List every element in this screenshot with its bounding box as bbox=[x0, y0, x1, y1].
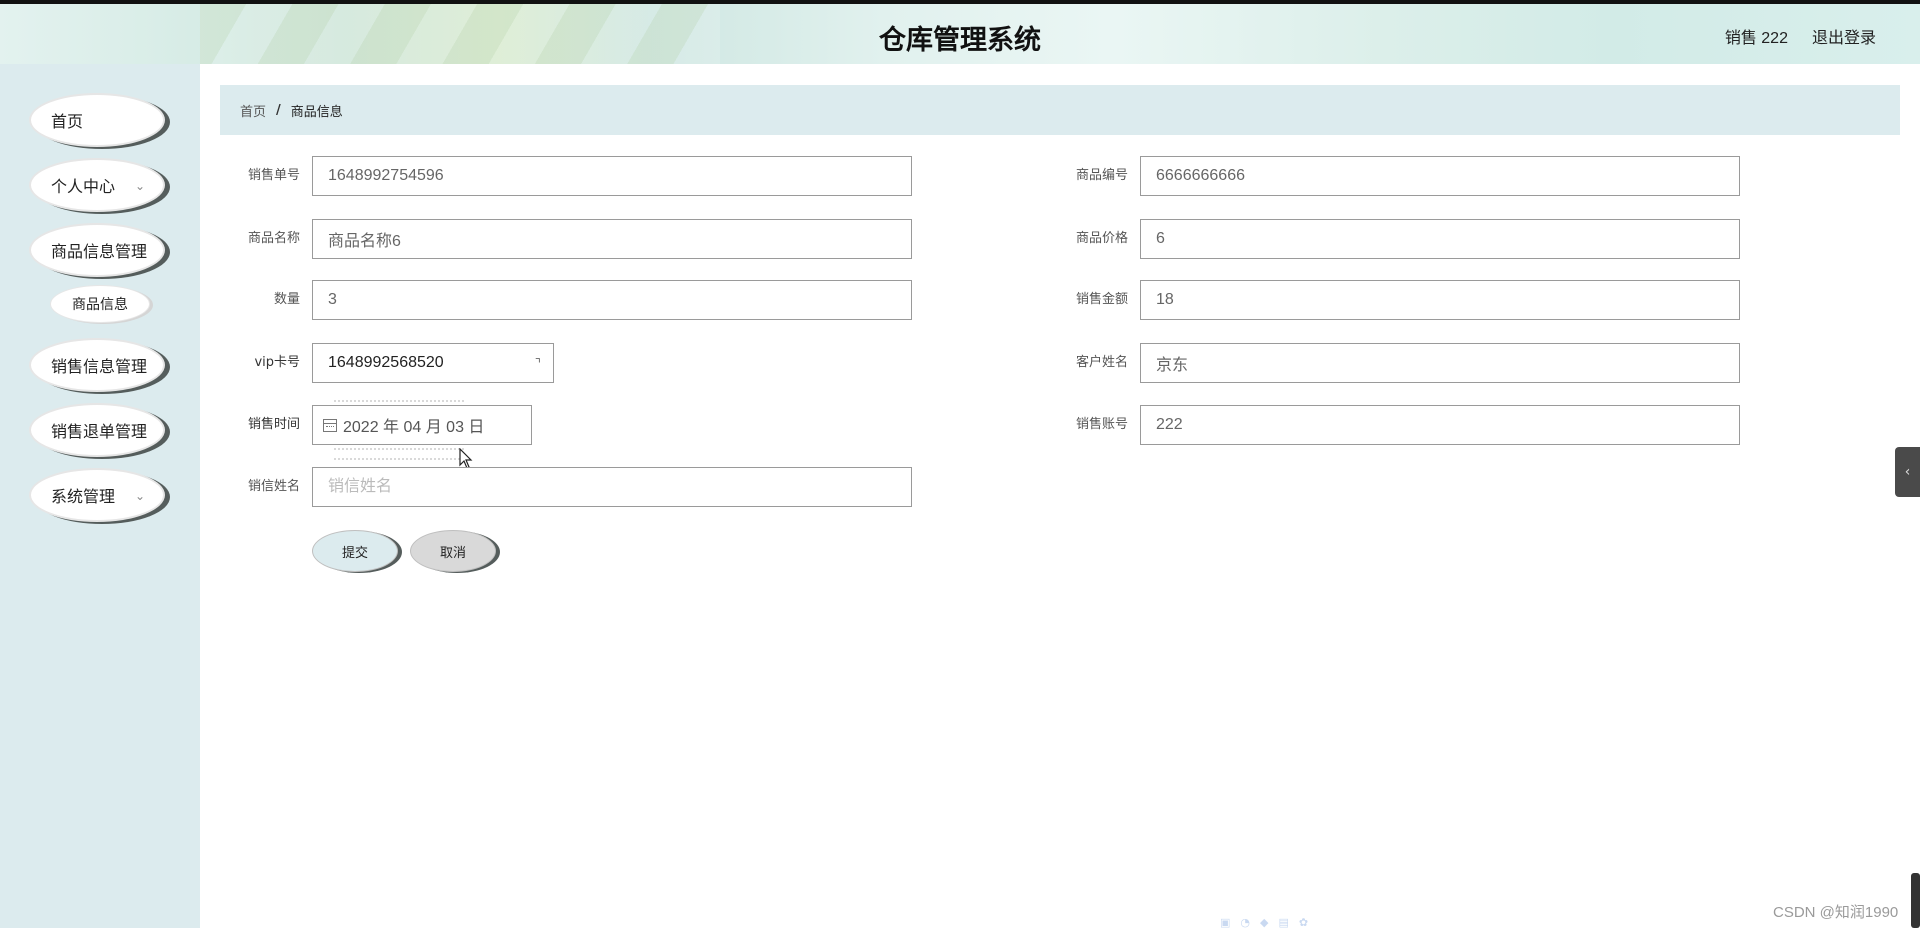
product-price-label: 商品价格 bbox=[1075, 231, 1128, 246]
product-price-input[interactable] bbox=[1140, 219, 1740, 259]
watermark: CSDN @知润1990 bbox=[1773, 904, 1899, 921]
sale-time-date-picker[interactable]: 2022 年 04 月 03 日 bbox=[312, 405, 532, 445]
sale-amount-input[interactable] bbox=[1140, 280, 1740, 320]
sidebar-item-label: 系统管理 bbox=[51, 487, 116, 506]
product-name-input[interactable] bbox=[312, 219, 912, 259]
vip-card-selected-value: 1648992568520 bbox=[328, 354, 444, 371]
breadcrumb: 首页 / 商品信息 bbox=[220, 85, 1900, 135]
side-panel-toggle[interactable]: ‹ bbox=[1895, 447, 1920, 497]
header-user-area: 销售 222 退出登录 bbox=[1725, 24, 1876, 48]
sale-account-input[interactable] bbox=[1140, 405, 1740, 445]
quantity-label: 数量 bbox=[273, 292, 300, 307]
calendar-icon bbox=[323, 418, 337, 432]
ime-icon: ▤ bbox=[1278, 916, 1289, 929]
sidebar-subitem-label: 商品信息 bbox=[72, 297, 128, 313]
customer-name-input[interactable] bbox=[1140, 343, 1740, 383]
select-arrow-icon: ⌝ bbox=[534, 356, 541, 371]
product-code-input[interactable] bbox=[1140, 156, 1740, 196]
vip-card-label: vip卡号 bbox=[254, 355, 300, 370]
chevron-left-icon: ‹ bbox=[1904, 464, 1911, 480]
app-title: 仓库管理系统 bbox=[879, 25, 1041, 56]
sidebar-item-label: 首页 bbox=[51, 112, 84, 131]
chevron-down-icon: ⌄ bbox=[134, 179, 145, 193]
product-code-label: 商品编号 bbox=[1075, 168, 1128, 183]
ime-toolbar: ▣ ◔ ◆ ▤ ✿ bbox=[1220, 916, 1309, 929]
customer-name-label: 客户姓名 bbox=[1075, 355, 1128, 370]
vip-card-select[interactable]: 1648992568520 ⌝ bbox=[312, 343, 554, 383]
sale-time-label: 销售时间 bbox=[247, 417, 300, 432]
sidebar-subitem-product-info[interactable]: 商品信息 bbox=[50, 285, 150, 323]
ime-icon: ◆ bbox=[1260, 916, 1269, 929]
sidebar-item-product-management[interactable]: 商品信息管理 bbox=[29, 223, 165, 277]
cancel-button[interactable]: 取消 bbox=[410, 530, 496, 572]
sale-account-label: 销售账号 bbox=[1075, 417, 1128, 432]
sale-no-label: 销售单号 bbox=[247, 168, 300, 183]
breadcrumb-home-link[interactable]: 首页 bbox=[240, 101, 266, 120]
current-user-label: 销售 222 bbox=[1724, 30, 1788, 47]
ime-icon: ✿ bbox=[1298, 916, 1309, 929]
sidebar-item-label: 个人中心 bbox=[51, 177, 116, 196]
sidebar-item-label: 销售退单管理 bbox=[51, 422, 148, 441]
ime-icon: ▣ bbox=[1220, 916, 1231, 929]
submit-button[interactable]: 提交 bbox=[312, 530, 398, 572]
sidebar-item-system-management[interactable]: 系统管理 ⌄ bbox=[29, 468, 165, 522]
scrollbar-thumb[interactable] bbox=[1911, 873, 1920, 928]
dropdown-ghost-line bbox=[334, 448, 464, 454]
seller-name-label: 销信姓名 bbox=[247, 479, 300, 494]
breadcrumb-current: 商品信息 bbox=[290, 104, 343, 120]
sale-no-input[interactable] bbox=[312, 156, 912, 196]
sidebar-item-label: 商品信息管理 bbox=[51, 242, 148, 261]
ime-icon: ◔ bbox=[1240, 916, 1251, 929]
sidebar-item-sales-management[interactable]: 销售信息管理 bbox=[29, 338, 165, 392]
sale-time-value: 2022 年 04 月 03 日 bbox=[343, 419, 485, 436]
sale-amount-label: 销售金额 bbox=[1075, 292, 1128, 307]
chevron-down-icon: ⌄ bbox=[134, 489, 145, 503]
header: 仓库管理系统 销售 222 退出登录 bbox=[0, 4, 1920, 64]
logout-link[interactable]: 退出登录 bbox=[1812, 24, 1876, 48]
quantity-input[interactable] bbox=[312, 280, 912, 320]
sidebar-item-return-management[interactable]: 销售退单管理 bbox=[29, 403, 165, 457]
sidebar: 首页 个人中心 ⌄ 商品信息管理 商品信息 销售信息管理 销售退单管理 系统管理… bbox=[0, 64, 200, 928]
seller-name-input[interactable] bbox=[312, 467, 912, 507]
sidebar-item-label: 销售信息管理 bbox=[51, 357, 148, 376]
product-name-label: 商品名称 bbox=[247, 231, 300, 246]
sidebar-item-home[interactable]: 首页 bbox=[29, 93, 165, 147]
sidebar-item-personal-center[interactable]: 个人中心 ⌄ bbox=[29, 158, 165, 212]
dropdown-ghost-line bbox=[334, 458, 464, 464]
breadcrumb-separator: / bbox=[276, 102, 281, 118]
